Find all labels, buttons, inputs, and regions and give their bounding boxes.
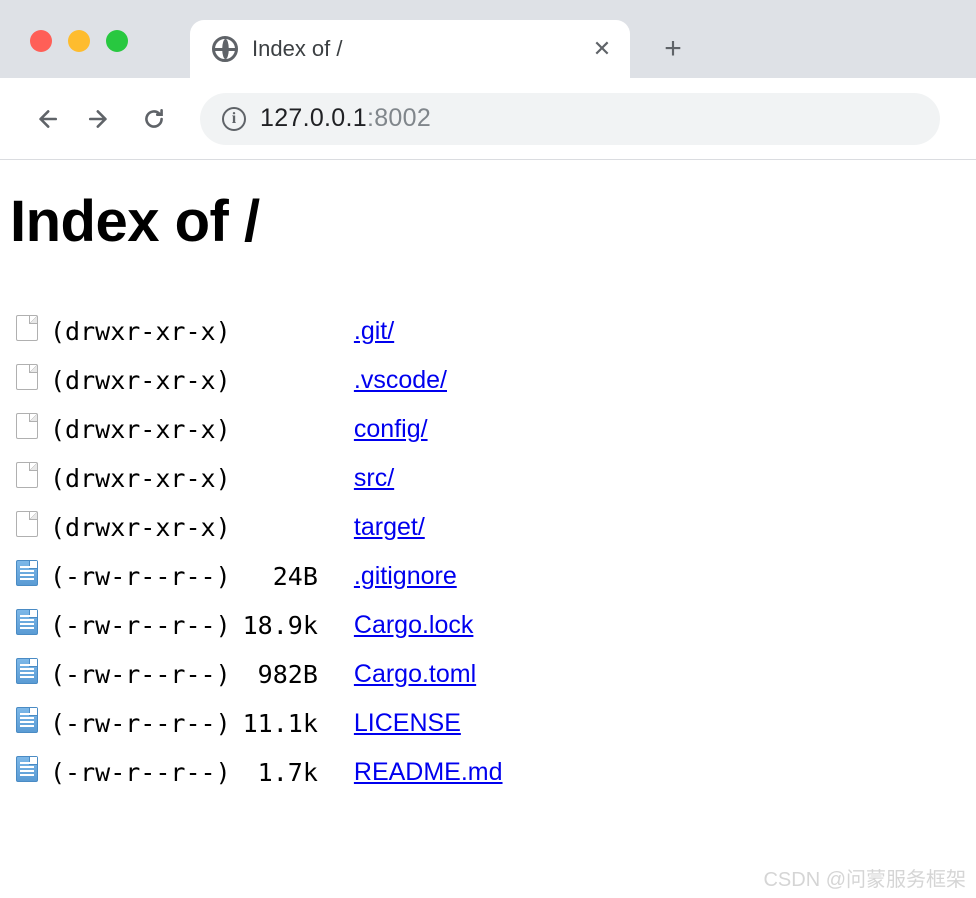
file-permissions: (-rw-r--r--): [44, 699, 237, 748]
file-link[interactable]: .vscode/: [354, 366, 447, 394]
file-size: 18.9k: [237, 601, 348, 650]
file-icon: [16, 609, 38, 635]
listing-row: (drwxr-xr-x) config/: [10, 405, 509, 454]
window-close-button[interactable]: [30, 30, 52, 52]
close-icon[interactable]: ✕: [592, 39, 612, 59]
browser-tab[interactable]: Index of / ✕: [190, 20, 630, 78]
file-link[interactable]: .gitignore: [354, 562, 457, 590]
folder-icon: [16, 413, 38, 439]
folder-icon: [16, 364, 38, 390]
browser-toolbar: i 127.0.0.1:8002: [0, 78, 976, 160]
file-size: 1.7k: [237, 748, 348, 797]
file-permissions: (drwxr-xr-x): [44, 307, 237, 356]
address-port: :8002: [367, 104, 431, 132]
file-link[interactable]: README.md: [354, 758, 503, 786]
forward-button[interactable]: [78, 97, 122, 141]
file-link[interactable]: LICENSE: [354, 709, 461, 737]
window-controls: [30, 30, 128, 52]
reload-icon: [141, 106, 167, 132]
file-icon: [16, 560, 38, 586]
folder-icon: [16, 511, 38, 537]
file-size: 982B: [237, 650, 348, 699]
file-link[interactable]: Cargo.toml: [354, 660, 476, 688]
file-size: [237, 356, 348, 405]
file-permissions: (-rw-r--r--): [44, 601, 237, 650]
arrow-right-icon: [87, 106, 113, 132]
file-permissions: (drwxr-xr-x): [44, 503, 237, 552]
file-permissions: (-rw-r--r--): [44, 748, 237, 797]
back-button[interactable]: [24, 97, 68, 141]
listing-row: (drwxr-xr-x) .vscode/: [10, 356, 509, 405]
file-size: [237, 405, 348, 454]
file-permissions: (-rw-r--r--): [44, 552, 237, 601]
file-size: 24B: [237, 552, 348, 601]
file-link[interactable]: Cargo.lock: [354, 611, 474, 639]
page-title: Index of /: [10, 188, 966, 255]
site-info-icon[interactable]: i: [222, 107, 246, 131]
new-tab-button[interactable]: +: [652, 28, 694, 70]
page-content: Index of / (drwxr-xr-x).git/(drwxr-xr-x)…: [0, 160, 976, 807]
file-link[interactable]: src/: [354, 464, 394, 492]
listing-row: (-rw-r--r--)982BCargo.toml: [10, 650, 509, 699]
window-minimize-button[interactable]: [68, 30, 90, 52]
listing-row: (drwxr-xr-x) target/: [10, 503, 509, 552]
watermark: CSDN @问蒙服务框架: [763, 863, 966, 892]
file-permissions: (drwxr-xr-x): [44, 405, 237, 454]
reload-button[interactable]: [132, 97, 176, 141]
tab-bar: Index of / ✕ +: [190, 18, 694, 78]
file-permissions: (-rw-r--r--): [44, 650, 237, 699]
address-host: 127.0.0.1: [260, 104, 367, 132]
listing-row: (-rw-r--r--)11.1kLICENSE: [10, 699, 509, 748]
file-size: [237, 307, 348, 356]
file-size: [237, 503, 348, 552]
listing-row: (-rw-r--r--)24B.gitignore: [10, 552, 509, 601]
browser-tab-strip: Index of / ✕ +: [0, 0, 976, 78]
file-link[interactable]: target/: [354, 513, 425, 541]
folder-icon: [16, 462, 38, 488]
file-size: [237, 454, 348, 503]
tab-title: Index of /: [252, 36, 578, 62]
listing-row: (drwxr-xr-x) src/: [10, 454, 509, 503]
address-bar[interactable]: i 127.0.0.1:8002: [200, 93, 940, 145]
address-text: 127.0.0.1:8002: [260, 104, 431, 133]
file-icon: [16, 658, 38, 684]
listing-row: (drwxr-xr-x) .git/: [10, 307, 509, 356]
folder-icon: [16, 315, 38, 341]
directory-listing: (drwxr-xr-x).git/(drwxr-xr-x).vscode/(dr…: [10, 307, 509, 797]
file-permissions: (drwxr-xr-x): [44, 454, 237, 503]
file-size: 11.1k: [237, 699, 348, 748]
file-icon: [16, 756, 38, 782]
globe-icon: [212, 36, 238, 62]
arrow-left-icon: [33, 106, 59, 132]
window-maximize-button[interactable]: [106, 30, 128, 52]
listing-row: (-rw-r--r--)1.7kREADME.md: [10, 748, 509, 797]
file-icon: [16, 707, 38, 733]
listing-row: (-rw-r--r--)18.9kCargo.lock: [10, 601, 509, 650]
file-link[interactable]: .git/: [354, 317, 394, 345]
file-permissions: (drwxr-xr-x): [44, 356, 237, 405]
file-link[interactable]: config/: [354, 415, 428, 443]
